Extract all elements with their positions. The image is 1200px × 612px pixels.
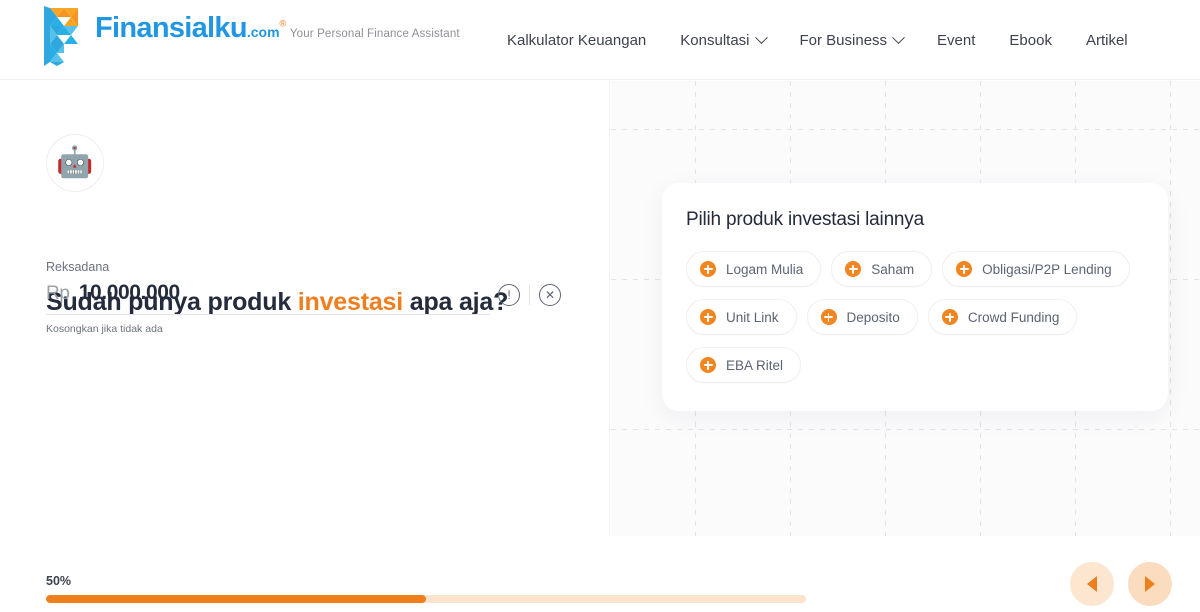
info-icon-button[interactable]: ! (498, 284, 520, 306)
nav-label: Konsultasi (680, 31, 750, 49)
brand-name: Finansialku.com® (95, 12, 287, 44)
chevron-down-icon (754, 30, 768, 44)
grid-vline (1170, 81, 1171, 536)
finansialku-f-logo-icon (44, 6, 86, 68)
triangle-left-icon (1087, 576, 1097, 592)
product-chip-saham[interactable]: Saham (831, 251, 933, 287)
chip-label: Deposito (846, 309, 900, 325)
amount-value[interactable]: 10.000.000 (79, 281, 181, 305)
product-chip-list: Logam Mulia Saham Obligasi/P2P Lending U… (686, 251, 1144, 383)
next-step-button[interactable] (1128, 562, 1172, 606)
plus-circle-icon (700, 309, 716, 325)
progress-bar (46, 595, 806, 603)
grid-hline (611, 429, 1200, 430)
nav-item-konsultasi[interactable]: Konsultasi (663, 30, 782, 49)
reksadana-amount-input[interactable]: Rp 10.000.000 (46, 281, 490, 315)
brand-logo-link[interactable]: Finansialku.com® Your Personal Finance A… (44, 6, 460, 74)
chip-label: Obligasi/P2P Lending (982, 261, 1112, 277)
nav-item-artikel[interactable]: Artikel (1069, 32, 1145, 49)
nav-item-for-business[interactable]: For Business (783, 30, 921, 49)
investment-wizard-page: Finansialku.com® Your Personal Finance A… (0, 0, 1200, 612)
plus-circle-icon (956, 261, 973, 277)
nav-label: For Business (799, 31, 888, 49)
nav-item-ebook[interactable]: Ebook (992, 32, 1069, 49)
main-navigation: Kalkulator Keuangan Konsultasi For Busin… (490, 0, 1145, 80)
currency-prefix: Rp (46, 283, 70, 304)
nav-item-event[interactable]: Event (920, 32, 992, 49)
nav-label: Event (937, 31, 976, 49)
chip-label: Saham (871, 261, 915, 277)
plus-circle-icon (700, 357, 716, 373)
product-picker-pane: Pilih produk investasi lainnya Logam Mul… (611, 81, 1200, 536)
other-products-card: Pilih produk investasi lainnya Logam Mul… (662, 183, 1168, 411)
plus-circle-icon (700, 261, 716, 277)
nav-label: Artikel (1085, 31, 1128, 49)
card-title: Pilih produk investasi lainnya (686, 209, 924, 230)
brand-name-text: Finansialku (95, 12, 248, 44)
field-hint: Kosongkan jika tidak ada (46, 323, 163, 335)
product-chip-eba-ritel[interactable]: EBA Ritel (686, 347, 802, 383)
chip-label: EBA Ritel (726, 357, 784, 373)
nav-label: Kalkulator Keuangan (507, 31, 647, 49)
brand-dotcom: .com (246, 24, 280, 40)
chip-label: Logam Mulia (726, 261, 804, 277)
exclamation-icon: ! (507, 288, 511, 302)
question-pane: 🤖 Sudah punya produk investasi apa aja? … (0, 81, 610, 536)
robot-icon: 🤖 (56, 146, 94, 179)
reksadana-field-row: Rp 10.000.000 ! ✕ (46, 281, 561, 321)
plus-circle-icon (845, 261, 862, 277)
wizard-footer: 50% (0, 536, 1200, 612)
grid-hline (611, 129, 1200, 130)
registered-mark-icon: ® (279, 18, 287, 29)
divider (529, 285, 530, 305)
plus-circle-icon (820, 309, 837, 325)
field-action-buttons: ! ✕ (498, 278, 561, 312)
product-chip-unit-link[interactable]: Unit Link (686, 299, 797, 335)
plus-circle-icon (941, 309, 958, 325)
triangle-right-icon (1145, 576, 1155, 592)
wizard-nav-buttons (1070, 562, 1172, 606)
content-area: 🤖 Sudah punya produk investasi apa aja? … (0, 81, 1200, 536)
product-chip-obligasi-p2p-lending[interactable]: Obligasi/P2P Lending (942, 251, 1130, 287)
product-chip-crowd-funding[interactable]: Crowd Funding (927, 299, 1078, 335)
field-label-reksadana: Reksadana (46, 260, 110, 274)
product-chip-deposito[interactable]: Deposito (806, 299, 918, 335)
product-chip-logam-mulia[interactable]: Logam Mulia (686, 251, 822, 287)
chip-label: Unit Link (726, 309, 779, 325)
nav-label: Ebook (1009, 31, 1052, 49)
nav-item-kalkulator-keuangan[interactable]: Kalkulator Keuangan (490, 32, 663, 49)
remove-field-button[interactable]: ✕ (539, 284, 561, 306)
brand-text: Finansialku.com® Your Personal Finance A… (95, 6, 460, 43)
brand-tagline: Your Personal Finance Assistant (289, 28, 460, 40)
chevron-down-icon (892, 30, 905, 44)
previous-step-button[interactable] (1070, 562, 1114, 606)
chip-label: Crowd Funding (967, 309, 1060, 325)
progress-percent-label: 50% (46, 574, 72, 588)
close-icon: ✕ (544, 288, 556, 302)
assistant-robot-avatar-icon: 🤖 (46, 134, 104, 192)
site-header: Finansialku.com® Your Personal Finance A… (0, 0, 1200, 80)
progress-bar-fill (46, 595, 426, 603)
